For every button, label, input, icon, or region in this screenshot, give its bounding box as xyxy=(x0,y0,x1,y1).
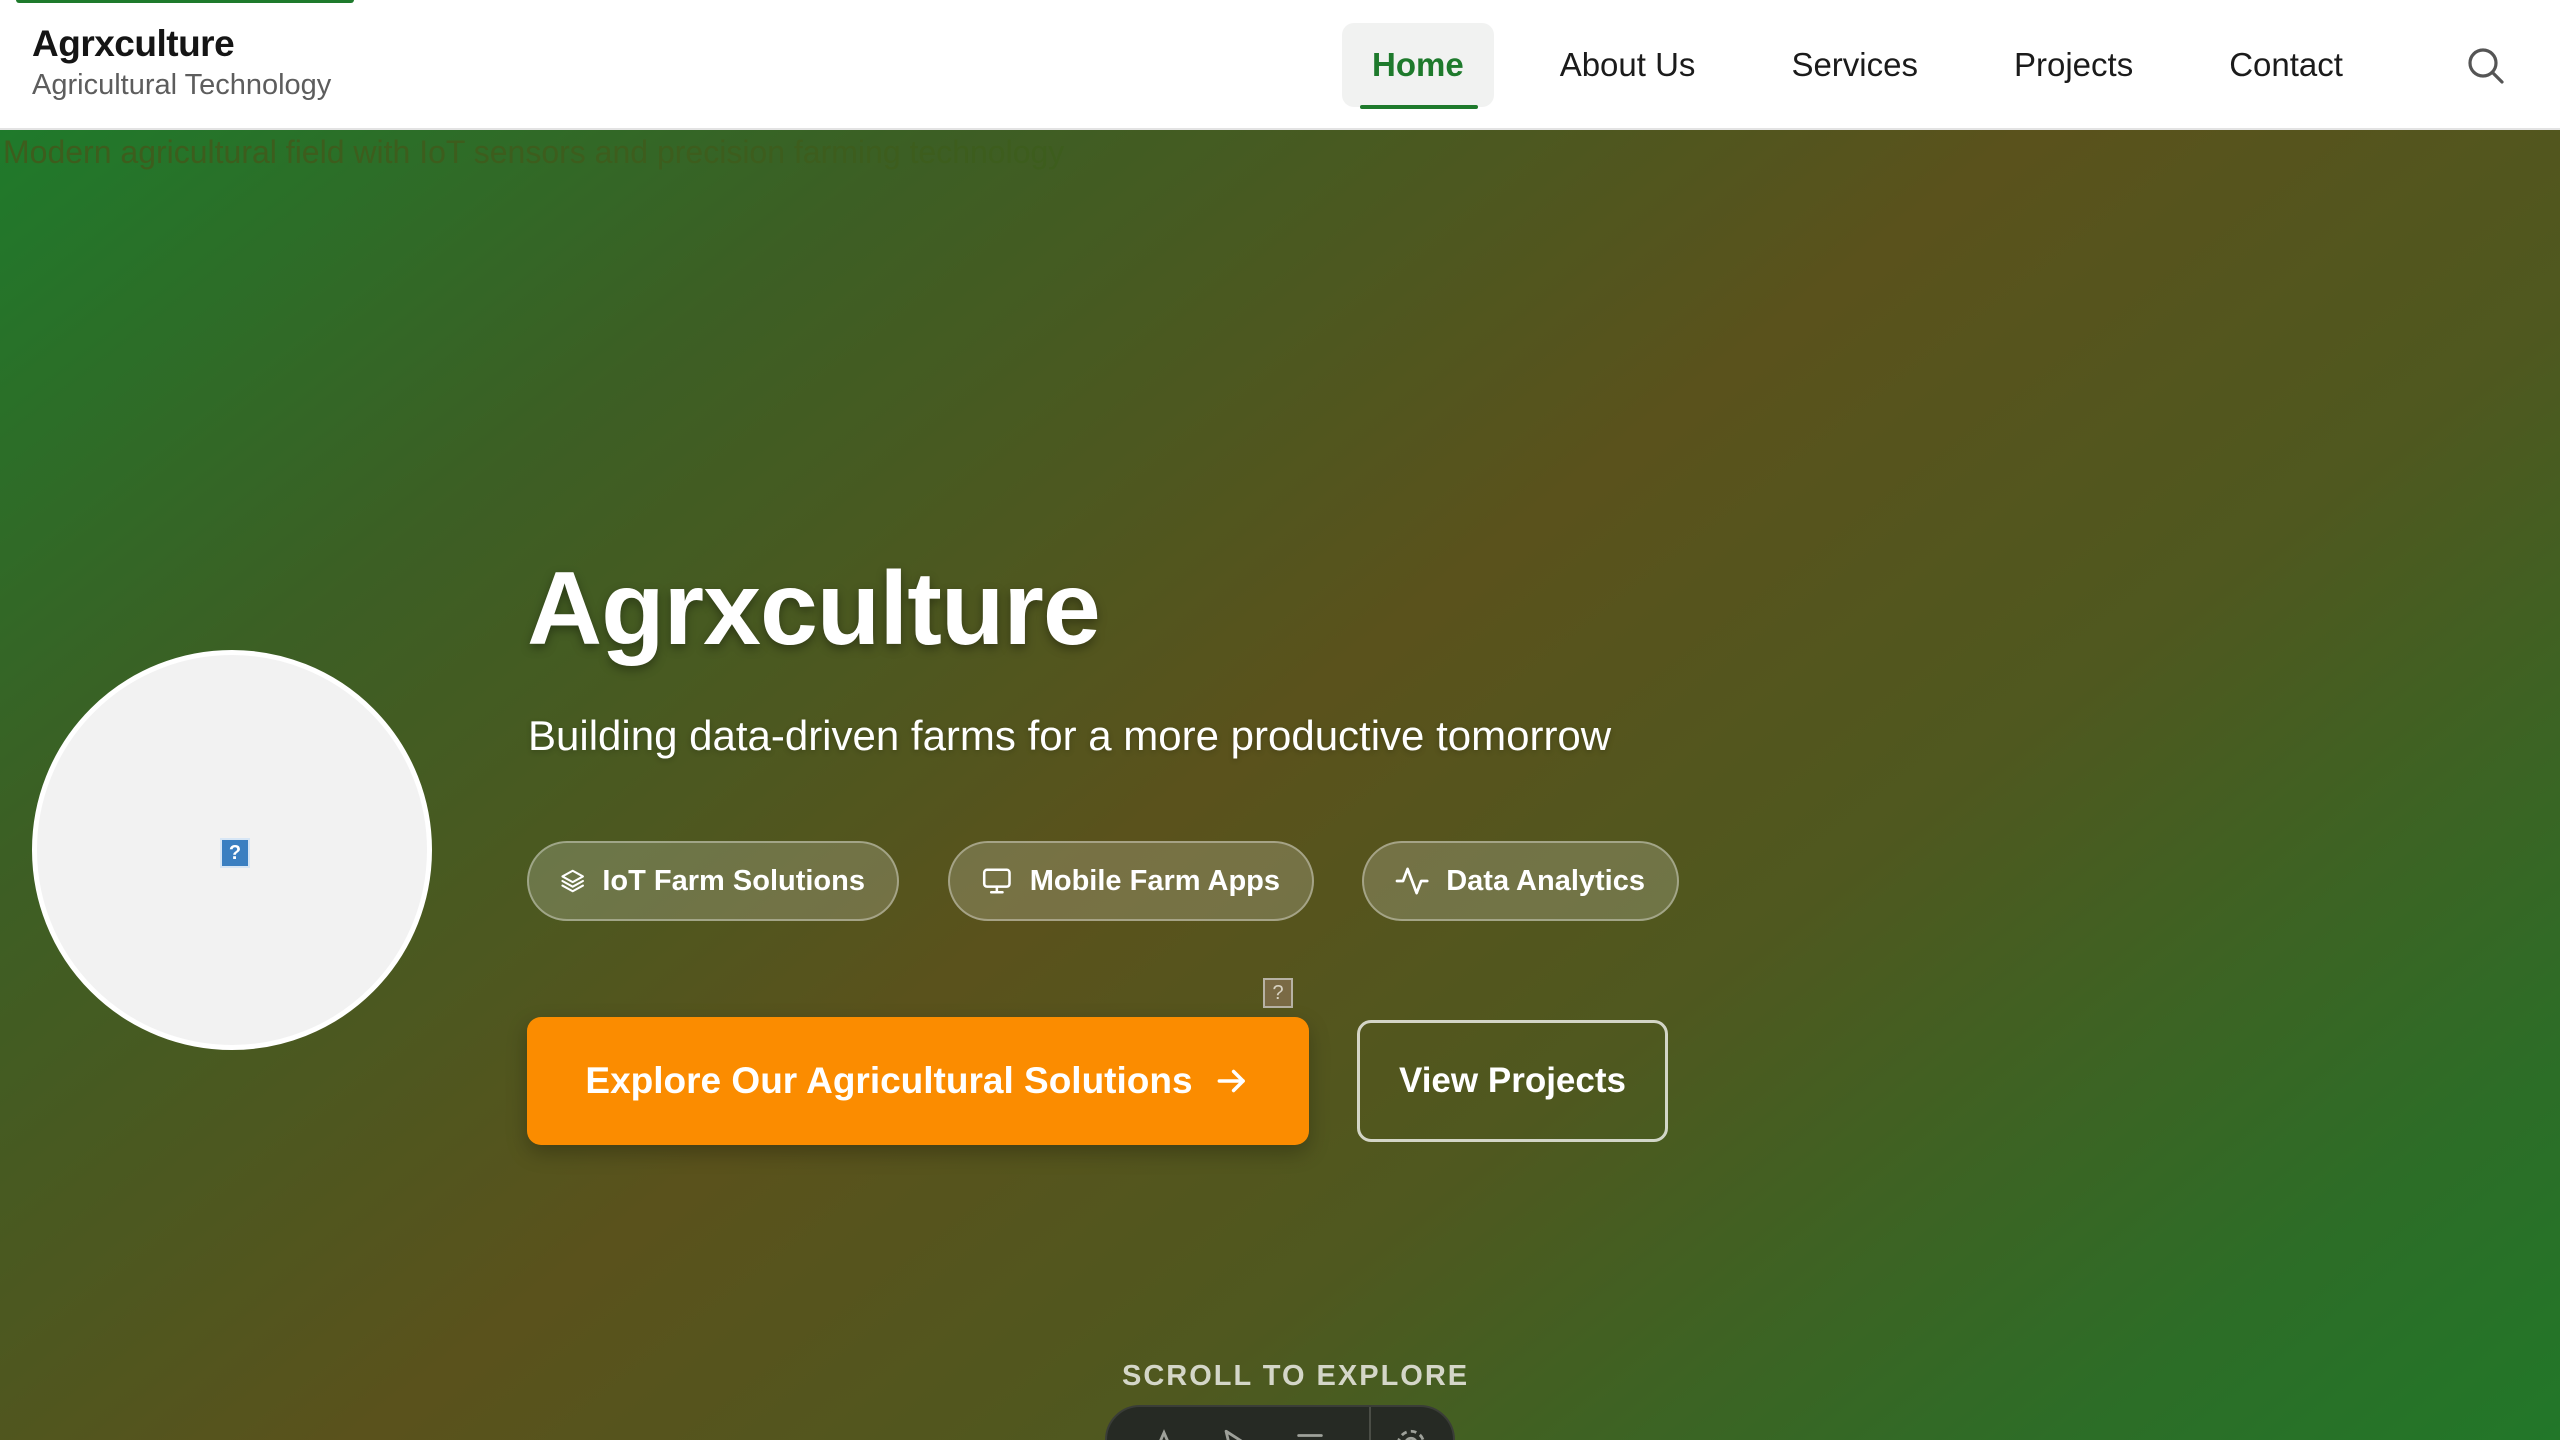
hero-image-alt-text: Modern agricultural field with IoT senso… xyxy=(3,134,1065,170)
badge-label: Mobile Farm Apps xyxy=(1029,864,1280,897)
view-projects-button[interactable]: View Projects xyxy=(1357,1020,1668,1142)
layers-icon xyxy=(561,869,584,893)
badge-label: IoT Farm Solutions xyxy=(602,864,865,897)
search-button[interactable] xyxy=(2462,42,2510,90)
text-icon[interactable] xyxy=(1147,1427,1181,1440)
nav-item-services[interactable]: Services xyxy=(1761,23,1948,107)
scroll-to-explore-label: SCROLL TO EXPLORE xyxy=(1122,1360,1470,1392)
menu-icon[interactable] xyxy=(1293,1427,1327,1440)
hero-avatar-image: ? xyxy=(32,650,432,1050)
brand-title: Agrxculture xyxy=(32,23,235,64)
cursor-icon[interactable] xyxy=(1219,1427,1253,1440)
nav-item-about-us[interactable]: About Us xyxy=(1530,23,1726,107)
badge-iot-farm-solutions: IoT Farm Solutions xyxy=(527,841,899,921)
hero-subtitle: Building data-driven farms for a more pr… xyxy=(528,712,1612,759)
broken-image-icon: ? xyxy=(1263,978,1293,1008)
badge-label: Data Analytics xyxy=(1446,864,1645,897)
hero-title: Agrxculture xyxy=(527,551,1101,667)
arrow-right-icon xyxy=(1217,1069,1245,1093)
badge-data-analytics: Data Analytics xyxy=(1362,841,1679,921)
brand-subtitle: Agricultural Technology xyxy=(32,69,332,101)
nav-item-projects[interactable]: Projects xyxy=(1984,23,2163,107)
hero-section: Modern agricultural field with IoT senso… xyxy=(0,130,2560,1440)
main-nav: Home About Us Services Projects Contact xyxy=(1342,23,2373,109)
explore-solutions-label: Explore Our Agricultural Solutions xyxy=(585,1060,1193,1101)
site-header: Agrxculture Agricultural Technology Home… xyxy=(0,0,2560,130)
nav-item-contact[interactable]: Contact xyxy=(2199,23,2373,107)
gear-icon[interactable] xyxy=(1394,1427,1428,1440)
nav-item-home[interactable]: Home xyxy=(1342,23,1494,109)
activity-icon xyxy=(1395,867,1429,895)
toolbar-divider xyxy=(1369,1407,1371,1440)
floating-toolbar xyxy=(1105,1405,1455,1440)
broken-image-icon: ? xyxy=(220,838,250,868)
search-icon xyxy=(2468,48,2504,84)
brand-logo[interactable]: Agrxculture Agricultural Technology xyxy=(32,22,331,104)
monitor-icon xyxy=(982,868,1011,894)
brand-accent-bar xyxy=(16,0,354,3)
explore-solutions-button[interactable]: Explore Our Agricultural Solutions xyxy=(527,1017,1309,1145)
badge-mobile-farm-apps: Mobile Farm Apps xyxy=(948,841,1314,921)
